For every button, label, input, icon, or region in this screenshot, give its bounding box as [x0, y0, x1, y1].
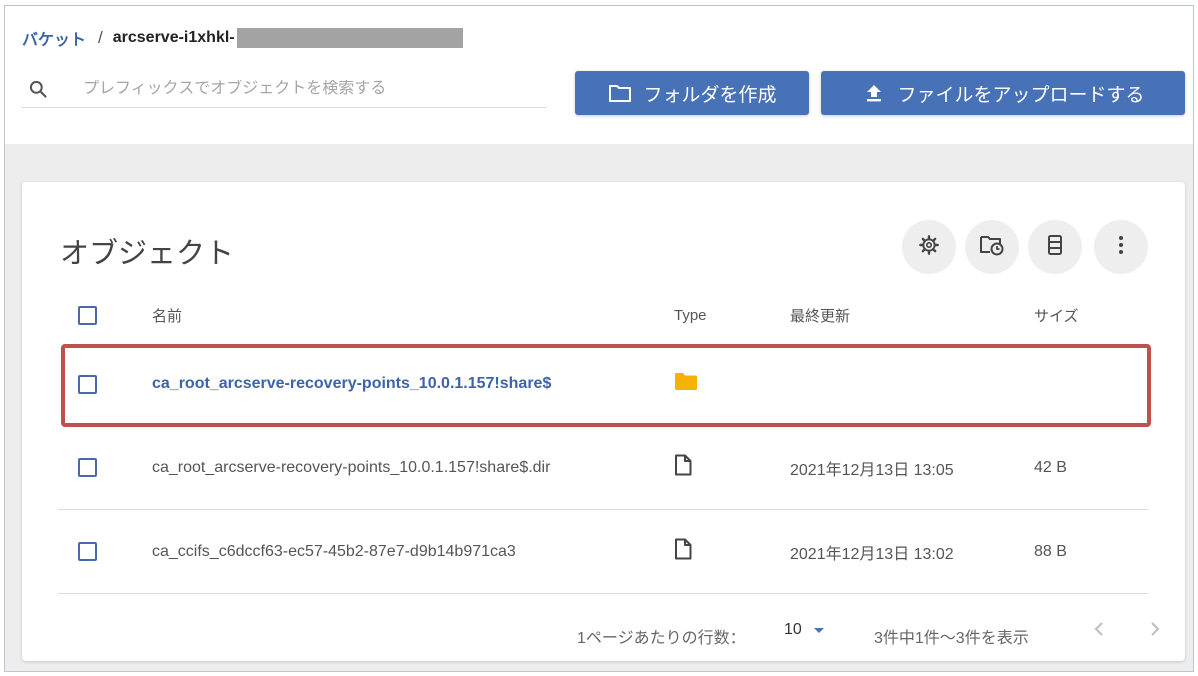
table-row[interactable]: ca_root_arcserve-recovery-points_10.0.1.… [58, 426, 1148, 510]
rows-per-page-label: 1ページあたりの行数： [577, 630, 746, 647]
breadcrumb: バケット / arcserve-i1xhkl- [22, 26, 463, 50]
breadcrumb-current-bucket: arcserve-i1xhkl- [112, 29, 235, 46]
prefix-search-input[interactable] [83, 79, 523, 98]
object-type-cell [674, 510, 692, 593]
redacted-bucket-suffix [236, 28, 463, 48]
top-bar: バケット / arcserve-i1xhkl- フォルダを作成 ファイルをアップ… [5, 6, 1193, 144]
header-checkbox-cell [78, 290, 97, 340]
table-row[interactable]: ca_ccifs_c6dccf63-ec57-45b2-87e7-d9b14b9… [58, 510, 1148, 594]
column-view-button[interactable] [1028, 220, 1082, 274]
chevron-right-icon [1151, 622, 1160, 636]
object-size-cell: 88 B [1034, 542, 1067, 560]
row-checkbox-cell [78, 510, 97, 593]
search-icon [25, 76, 51, 102]
object-name-link[interactable]: ca_root_arcserve-recovery-points_10.0.1.… [152, 375, 551, 393]
upload-file-label: ファイルをアップロードする [897, 84, 1145, 106]
create-folder-button[interactable]: フォルダを作成 [575, 71, 809, 115]
file-icon [674, 454, 692, 481]
pagination-range-text: 3件中1件〜3件を表示 [874, 630, 1029, 647]
row-checkbox-cell [78, 426, 97, 509]
next-page-button[interactable] [1144, 618, 1166, 640]
settings-button[interactable] [902, 220, 956, 274]
settings-gear-icon [918, 234, 940, 261]
chevron-left-icon [1094, 622, 1103, 636]
dropdown-caret-icon [813, 627, 824, 633]
column-header-modified[interactable]: 最終更新 [790, 290, 850, 340]
column-header-type[interactable]: Type [674, 290, 707, 340]
previous-page-button[interactable] [1088, 618, 1110, 640]
app-frame: バケット / arcserve-i1xhkl- フォルダを作成 ファイルをアップ… [4, 5, 1194, 672]
more-vertical-icon [1118, 235, 1124, 260]
breadcrumb-bucket-link[interactable]: バケット [22, 26, 86, 50]
object-name-cell[interactable]: ca_root_arcserve-recovery-points_10.0.1.… [152, 426, 550, 509]
object-modified-cell: 2021年12月13日 13:02 [790, 545, 954, 563]
table-row[interactable]: ca_root_arcserve-recovery-points_10.0.1.… [58, 342, 1148, 426]
object-name-cell[interactable]: ca_ccifs_c6dccf63-ec57-45b2-87e7-d9b14b9… [152, 510, 516, 593]
table-header: 名前 Type 最終更新 サイズ [58, 290, 1148, 340]
row-checkbox[interactable] [78, 458, 97, 477]
folder-history-icon [979, 234, 1005, 261]
breadcrumb-separator: / [98, 28, 103, 47]
objects-card: オブジェクト 名前 Type 最終更新 サイズ ca_root_arcserve… [22, 182, 1185, 661]
upload-icon [861, 82, 887, 104]
rows-per-page-value: 10 [784, 621, 802, 638]
search-bar [22, 70, 546, 108]
file-icon [674, 538, 692, 565]
object-name-cell: ca_root_arcserve-recovery-points_10.0.1.… [152, 342, 551, 426]
object-size-cell: 42 B [1034, 458, 1067, 476]
object-type-cell [674, 342, 698, 426]
more-options-button[interactable] [1094, 220, 1148, 274]
upload-file-button[interactable]: ファイルをアップロードする [821, 71, 1185, 115]
row-checkbox[interactable] [78, 374, 97, 394]
object-type-cell [674, 426, 692, 509]
folder-icon [674, 372, 698, 396]
create-folder-label: フォルダを作成 [643, 84, 777, 106]
column-header-size[interactable]: サイズ [1034, 290, 1079, 340]
row-checkbox[interactable] [78, 542, 97, 561]
select-all-checkbox[interactable] [78, 305, 97, 325]
rows-per-page-select[interactable]: 10 [784, 621, 824, 639]
pagination-bar: 1ページあたりの行数： 10 3件中1件〜3件を表示 [22, 600, 1185, 656]
row-checkbox-cell [78, 342, 97, 426]
object-modified-cell: 2021年12月13日 13:05 [790, 461, 954, 479]
column-header-name[interactable]: 名前 [152, 290, 182, 340]
objects-title: オブジェクト [60, 238, 235, 270]
column-view-icon [1047, 234, 1063, 261]
folder-history-button[interactable] [965, 220, 1019, 274]
folder-outline-icon [607, 82, 633, 104]
